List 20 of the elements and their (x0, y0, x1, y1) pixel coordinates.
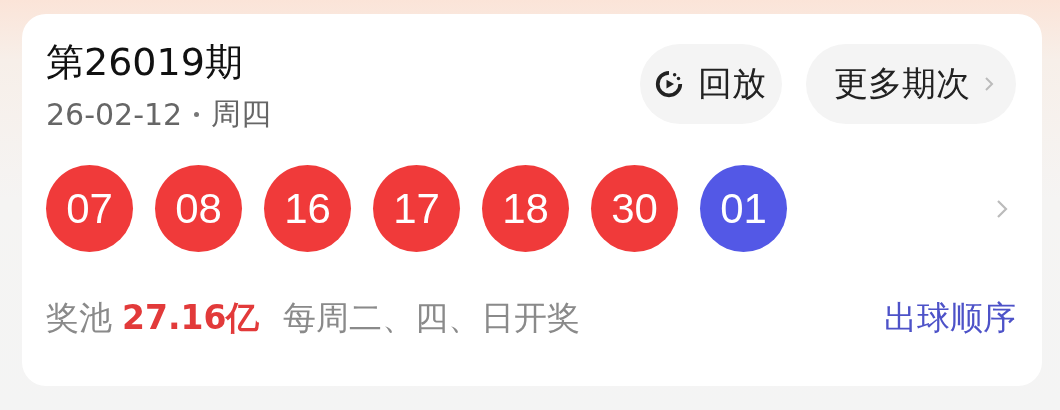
chevron-icon (984, 76, 994, 92)
pool-amount: 27.16亿 (122, 297, 260, 339)
chevron-icon[interactable] (996, 198, 1008, 219)
replay-button[interactable]: 回放 (640, 44, 782, 124)
separator-dot (194, 112, 200, 117)
number-ball: 08 (155, 165, 242, 252)
number-ball: 17 (373, 165, 460, 252)
more-draws-button[interactable]: 更多期次 (806, 44, 1016, 124)
draw-title: 第26019期 (46, 39, 244, 86)
ball-order-link[interactable]: 出球顺序 (884, 296, 1016, 341)
draw-date: 26-02-12 (46, 97, 183, 132)
number-ball: 01 (700, 165, 787, 252)
number-ball: 18 (482, 165, 569, 252)
play-icon (654, 69, 684, 99)
number-ball: 07 (46, 165, 133, 252)
number-ball: 16 (264, 165, 351, 252)
draw-schedule: 每周二、四、日开奖 (283, 297, 581, 339)
draw-weekday: 周四 (211, 95, 272, 133)
pool-label: 奖池 (46, 297, 112, 339)
number-ball: 30 (591, 165, 678, 252)
